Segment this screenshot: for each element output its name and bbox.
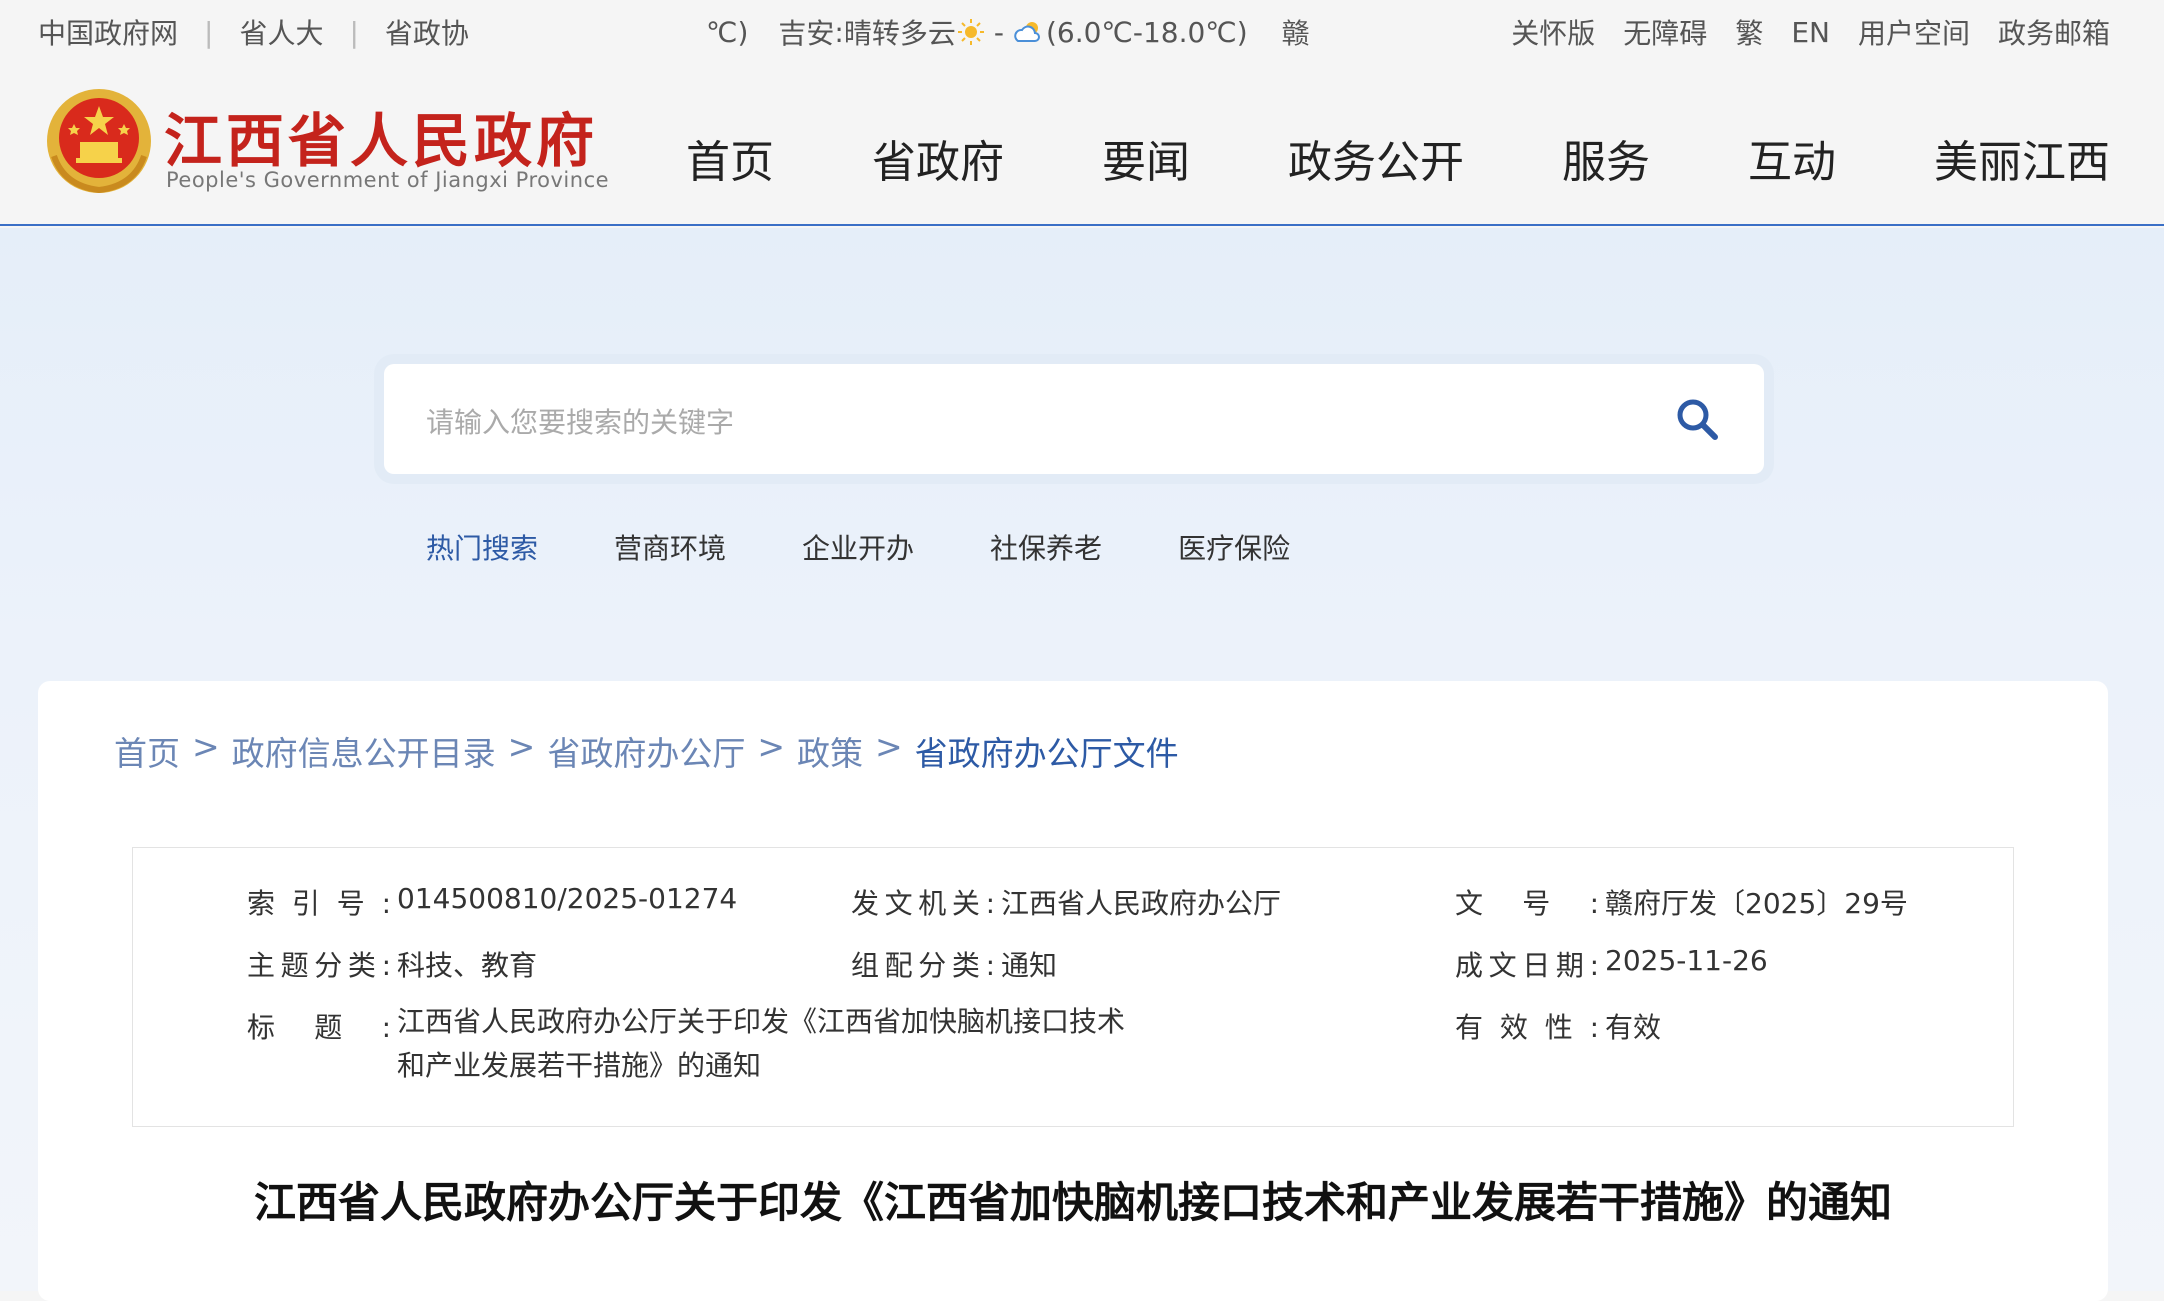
breadcrumb-current[interactable]: 省政府办公厅文件 <box>915 727 1179 775</box>
nav-services[interactable]: 服务 <box>1562 126 1650 190</box>
site-name-english: People's Government of Jiangxi Province <box>166 168 610 192</box>
content-card: 首页 > 政府信息公开目录 > 省政府办公厅 > 政策 > 省政府办公厅文件 索… <box>38 681 2108 1301</box>
meta-topic: 主题分类: 科技、教育 <box>247 949 538 982</box>
breadcrumb-gov-info[interactable]: 政府信息公开目录 <box>232 727 496 775</box>
meta-doc-no: 文号: 赣府厅发〔2025〕29号 <box>1455 887 1908 920</box>
weather-dash: - <box>993 15 1004 49</box>
national-emblem-icon[interactable] <box>44 86 154 198</box>
divider: | <box>349 15 359 49</box>
breadcrumb-separator: > <box>757 727 785 766</box>
partly-cloudy-icon <box>1014 22 1040 42</box>
search-box[interactable]: 请输入您要搜索的关键字 <box>384 364 1764 474</box>
divider: | <box>204 15 214 49</box>
search-icon[interactable] <box>1674 396 1720 442</box>
meta-issuer: 发文机关: 江西省人民政府办公厅 <box>851 887 1282 920</box>
link-gov-mail[interactable]: 政务邮箱 <box>1998 12 2110 52</box>
breadcrumb-policy[interactable]: 政策 <box>797 727 863 775</box>
hot-search-item[interactable]: 营商环境 <box>614 527 726 567</box>
search-input[interactable]: 请输入您要搜索的关键字 <box>426 401 734 441</box>
main-nav: 首页 省政府 要闻 政务公开 服务 互动 美丽江西 <box>588 126 2110 190</box>
nav-beautiful-jiangxi[interactable]: 美丽江西 <box>1934 126 2110 190</box>
site-header: 江西省人民政府 People's Government of Jiangxi P… <box>0 62 2164 226</box>
link-accessibility[interactable]: 无障碍 <box>1623 12 1707 52</box>
meta-index-no: 索引号: 014500810/2025-01274 <box>247 882 738 920</box>
link-traditional[interactable]: 繁 <box>1735 12 1763 52</box>
site-name[interactable]: 江西省人民政府 <box>164 94 598 178</box>
utility-bar: 中国政府网 | 省人大 | 省政协 ℃) 吉安: 晴转多云 - (6.0℃-18… <box>0 0 2164 62</box>
sun-icon <box>957 19 984 45</box>
meta-validity: 有效性: 有效 <box>1455 1011 1662 1044</box>
weather-widget: ℃) 吉安: 晴转多云 - (6.0℃-18.0℃) 赣 <box>706 12 1310 52</box>
nav-home[interactable]: 首页 <box>686 126 774 190</box>
hot-searches: 热门搜索 营商环境 企业开办 社保养老 医疗保险 <box>426 527 1366 567</box>
weather-temp: (6.0℃-18.0℃) <box>1045 15 1248 49</box>
utility-links: 关怀版 无障碍 繁 EN 用户空间 政务邮箱 <box>1483 12 2110 52</box>
breadcrumb-separator: > <box>874 727 903 766</box>
link-npc[interactable]: 省人大 <box>239 12 323 52</box>
hot-search-item[interactable]: 企业开办 <box>802 527 914 567</box>
breadcrumb: 首页 > 政府信息公开目录 > 省政府办公厅 > 政策 > 省政府办公厅文件 <box>114 727 1179 775</box>
hot-search-item[interactable]: 社保养老 <box>990 527 1102 567</box>
link-cppcc[interactable]: 省政协 <box>385 12 469 52</box>
external-links: 中国政府网 | 省人大 | 省政协 <box>38 12 469 52</box>
weather-province-abbr: 赣 <box>1281 17 1310 50</box>
weather-desc: 晴转多云 <box>843 17 956 50</box>
nav-gov-affairs[interactable]: 政务公开 <box>1288 126 1464 190</box>
nav-interaction[interactable]: 互动 <box>1748 126 1836 190</box>
document-title: 江西省人民政府办公厅关于印发《江西省加快脑机接口技术和产业发展若干措施》的通知 <box>253 1178 1892 1227</box>
document-metadata: 索引号: 014500810/2025-01274 发文机关: 江西省人民政府办… <box>132 847 2014 1127</box>
breadcrumb-separator: > <box>507 727 536 766</box>
hot-search-item[interactable]: 医疗保险 <box>1178 527 1290 567</box>
breadcrumb-separator: > <box>192 727 220 766</box>
link-care-mode[interactable]: 关怀版 <box>1511 12 1595 52</box>
link-gov-cn[interactable]: 中国政府网 <box>38 12 178 52</box>
weather-fragment: ℃) <box>706 15 749 49</box>
nav-province-gov[interactable]: 省政府 <box>872 126 1004 190</box>
breadcrumb-home[interactable]: 首页 <box>114 727 180 775</box>
meta-category: 组配分类: 通知 <box>851 949 1058 982</box>
meta-title: 标题: 江西省人民政府办公厅关于印发《江西省加快脑机接口技术 和产业发展若干措施… <box>247 1005 1126 1082</box>
link-user-space[interactable]: 用户空间 <box>1858 12 1970 52</box>
link-english[interactable]: EN <box>1791 16 1830 49</box>
nav-news[interactable]: 要闻 <box>1102 126 1190 190</box>
hot-search-label: 热门搜索 <box>426 532 539 565</box>
meta-date: 成文日期: 2025-11-26 <box>1455 944 1768 982</box>
weather-city: 吉安 <box>778 17 835 50</box>
breadcrumb-office[interactable]: 省政府办公厅 <box>547 727 745 775</box>
